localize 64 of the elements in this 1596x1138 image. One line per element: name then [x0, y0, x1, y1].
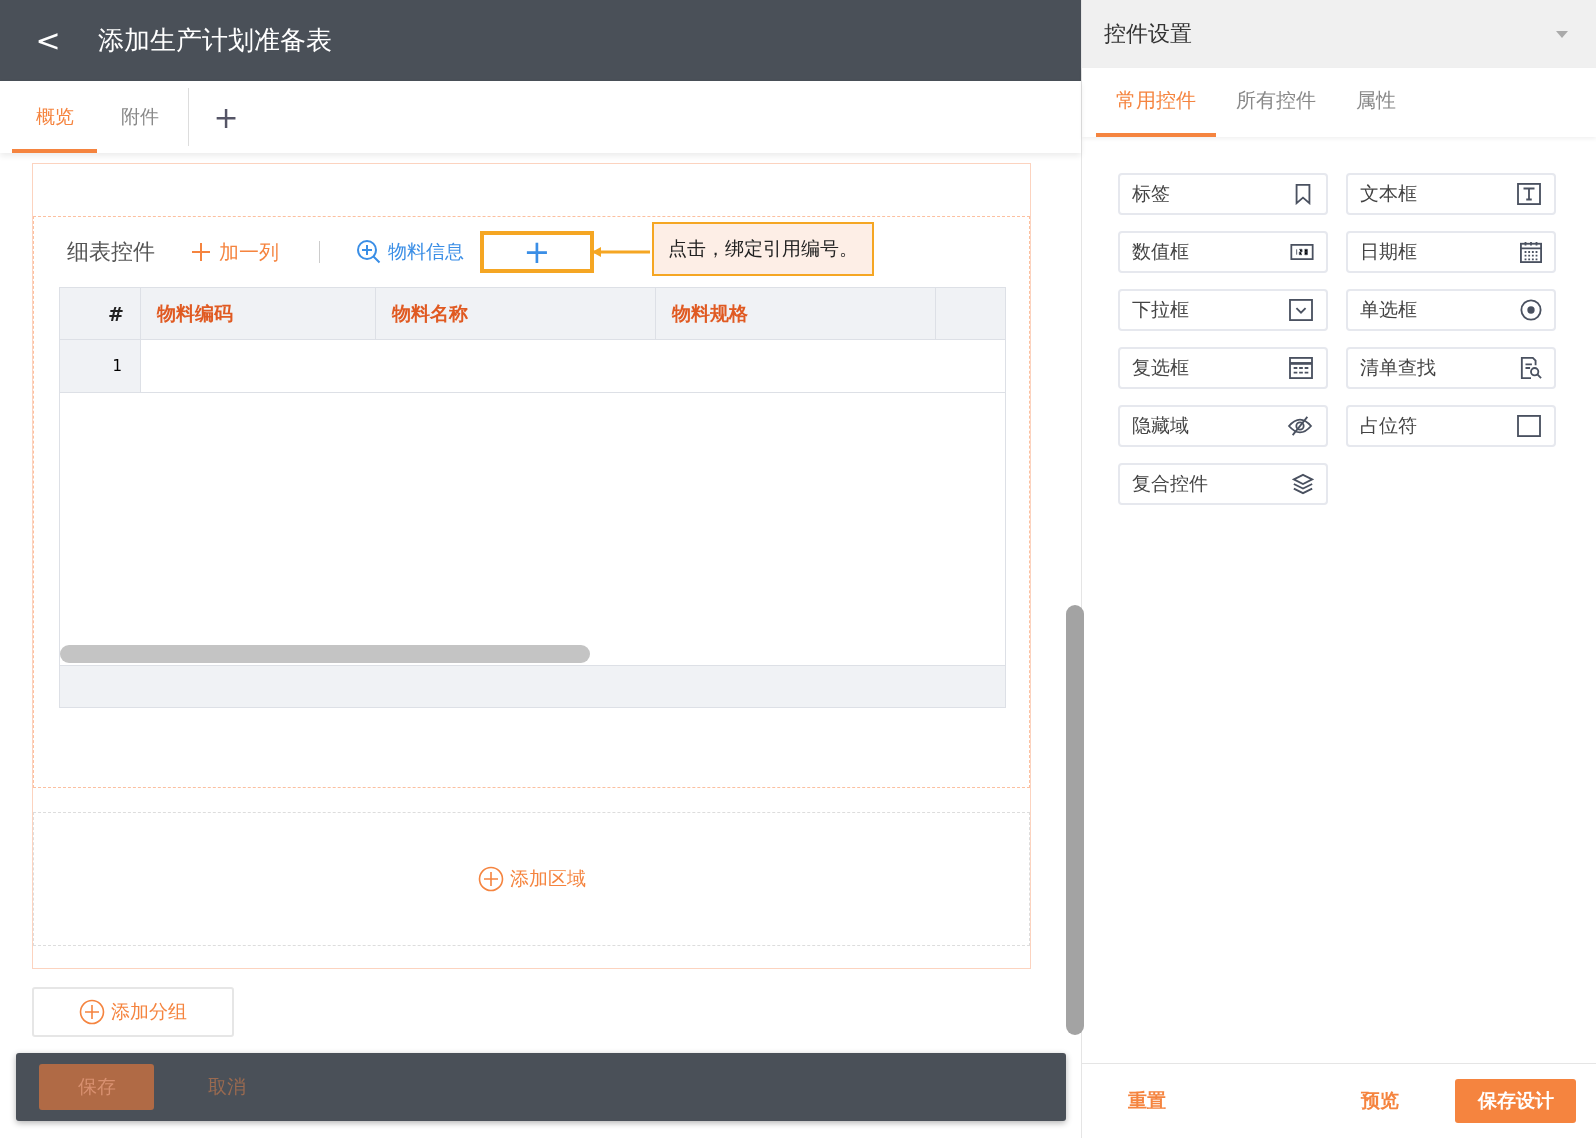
tab[interactable]: 属性 — [1336, 68, 1416, 137]
control-label: 数值框 — [1132, 239, 1189, 264]
panel-action-button[interactable]: 预览 — [1361, 1088, 1399, 1114]
plus-circle-icon — [79, 999, 105, 1025]
control-item[interactable]: 隐藏域 — [1118, 405, 1328, 447]
control-item[interactable]: 单选框 — [1346, 289, 1556, 331]
control-item[interactable]: 标签 — [1118, 173, 1328, 215]
control-label: 复选框 — [1132, 355, 1189, 380]
detail-title: 细表控件 — [67, 238, 155, 266]
radio-icon — [1520, 299, 1542, 321]
bind-button[interactable]: + — [480, 231, 594, 273]
panel-action-button[interactable]: 重置 — [1128, 1088, 1166, 1114]
control-label: 占位符 — [1360, 413, 1417, 438]
tab[interactable]: 附件 — [97, 81, 182, 153]
square-icon — [1516, 415, 1542, 437]
column-header: 物料编码 — [141, 288, 376, 339]
document-search-icon — [1520, 357, 1542, 379]
row-number: 1 — [60, 340, 141, 392]
column-header: 物料名称 — [376, 288, 656, 339]
column-header: 物料规格 — [656, 288, 936, 339]
control-label: 标签 — [1132, 181, 1170, 206]
tab[interactable]: 常用控件 — [1096, 68, 1216, 137]
page-title: 添加生产计划准备表 — [98, 24, 332, 57]
control-item[interactable]: 下拉框 — [1118, 289, 1328, 331]
control-label: 下拉框 — [1132, 297, 1189, 322]
plus-icon — [191, 242, 211, 262]
control-item[interactable]: 数值框 — [1118, 231, 1328, 273]
control-label: 隐藏域 — [1132, 413, 1189, 438]
table-icon — [1288, 357, 1314, 379]
scrollbar-thumb[interactable] — [1066, 605, 1084, 1035]
control-label: 清单查找 — [1360, 355, 1436, 380]
control-item[interactable]: 复选框 — [1118, 347, 1328, 389]
control-label: 复合控件 — [1132, 471, 1208, 496]
material-info-button[interactable]: 物料信息 — [356, 239, 464, 265]
control-label: 文本框 — [1360, 181, 1417, 206]
add-tab-button[interactable]: + — [195, 99, 257, 135]
add-group-button[interactable]: 添加分组 — [32, 987, 234, 1037]
column-header: # — [60, 288, 141, 339]
add-area-button[interactable]: 添加区域 — [477, 866, 586, 892]
back-button[interactable]: < — [28, 23, 68, 58]
caret-icon[interactable] — [1556, 30, 1568, 38]
control-label: 日期框 — [1360, 239, 1417, 264]
layers-icon — [1292, 473, 1314, 495]
number-box-icon — [1290, 244, 1314, 260]
text-box-icon — [1516, 183, 1542, 205]
tab[interactable]: 概览 — [12, 81, 97, 153]
plus-circle-icon — [477, 866, 504, 892]
control-item[interactable]: 日期框 — [1346, 231, 1556, 273]
callout-arrow — [592, 246, 652, 258]
add-column-button[interactable]: 加一列 — [191, 238, 279, 266]
panel-action-button[interactable]: 保存设计 — [1455, 1079, 1576, 1123]
control-label: 单选框 — [1360, 297, 1417, 322]
control-item[interactable]: 清单查找 — [1346, 347, 1556, 389]
callout-note: 点击，绑定引用编号。 — [652, 222, 874, 276]
control-item[interactable]: 文本框 — [1346, 173, 1556, 215]
control-item[interactable]: 占位符 — [1346, 405, 1556, 447]
calendar-icon — [1520, 241, 1542, 263]
tab[interactable]: 所有控件 — [1216, 68, 1336, 137]
control-item[interactable]: 复合控件 — [1118, 463, 1328, 505]
zoom-in-icon — [356, 239, 382, 265]
eye-slash-icon — [1286, 415, 1314, 437]
panel-title: 控件设置 — [1104, 20, 1192, 48]
dropdown-icon — [1288, 299, 1314, 321]
scrollbar-thumb[interactable] — [60, 645, 590, 663]
